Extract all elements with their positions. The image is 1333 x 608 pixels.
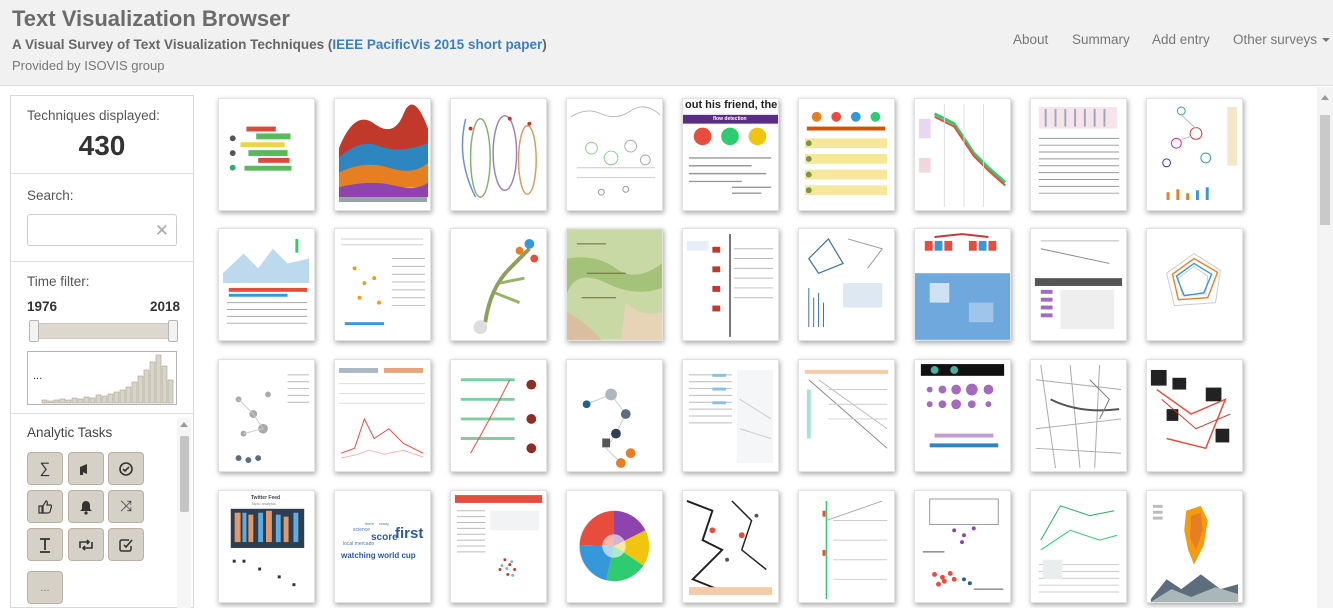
edit-check-icon[interactable]	[108, 528, 144, 561]
year-min-label: 1976	[27, 299, 58, 314]
thumb-bar-label: flow detection	[713, 116, 747, 122]
technique-thumbnail[interactable]	[450, 228, 547, 341]
technique-thumbnail[interactable]	[450, 490, 547, 603]
scroll-up-icon[interactable]	[180, 422, 188, 427]
shuffle-icon[interactable]: ⤨	[108, 490, 144, 523]
technique-thumbnail[interactable]	[566, 98, 663, 211]
word-cloud-term-local: local mercado	[343, 541, 375, 547]
time-slider-max-handle[interactable]	[168, 320, 178, 342]
technique-thumbnail[interactable]	[798, 490, 895, 603]
thumb-heading: out his friend, the	[685, 99, 778, 111]
technique-thumbnail[interactable]	[450, 359, 547, 472]
thumb-subtitle: Topic analysis	[251, 501, 276, 506]
technique-thumbnail[interactable]	[218, 359, 315, 472]
megaphone-icon[interactable]	[68, 452, 104, 485]
retweet-icon[interactable]	[68, 528, 104, 561]
technique-thumbnail[interactable]: first score watching world cup local mer…	[334, 490, 431, 603]
technique-thumbnail[interactable]	[334, 359, 431, 472]
close-icon[interactable]: ✕	[155, 221, 169, 241]
technique-thumbnail[interactable]	[682, 359, 779, 472]
word-cloud-term-first: first	[395, 525, 424, 542]
nav-other-surveys-label: Other surveys	[1233, 32, 1318, 47]
text-cursor-icon[interactable]	[27, 528, 63, 561]
nav-summary[interactable]: Summary	[1072, 32, 1130, 47]
scroll-up-icon[interactable]	[1321, 95, 1329, 100]
technique-thumbnail[interactable]	[1146, 359, 1243, 472]
more-tasks-button[interactable]: ...	[27, 571, 63, 604]
time-slider-min-handle[interactable]	[29, 320, 39, 342]
word-cloud-term-science: science	[353, 527, 370, 533]
page-scroll-thumb[interactable]	[1320, 115, 1330, 225]
technique-thumbnail[interactable]	[450, 98, 547, 211]
nav-other-surveys[interactable]: Other surveys	[1233, 32, 1331, 47]
year-histogram[interactable]: ...	[27, 351, 177, 405]
search-label: Search:	[27, 188, 74, 203]
thumbs-up-icon[interactable]	[27, 490, 63, 523]
analytic-tasks-label: Analytic Tasks	[27, 425, 113, 440]
technique-thumbnail[interactable]: out his friend, the flow detection	[682, 98, 779, 211]
techniques-section: Techniques displayed: 430	[11, 96, 193, 174]
header-bar: Text Visualization Browser A Visual Surv…	[0, 0, 1333, 86]
technique-thumbnail[interactable]	[1030, 228, 1127, 341]
technique-thumbnail[interactable]	[566, 359, 663, 472]
word-cloud-term-watching: watching world cup	[341, 551, 416, 560]
search-input[interactable]: ✕	[27, 214, 177, 246]
technique-thumbnail[interactable]	[1146, 98, 1243, 211]
page-scrollbar[interactable]	[1317, 87, 1333, 608]
technique-thumbnail[interactable]	[682, 490, 779, 603]
technique-grid: out his friend, the flow detection Twitt…	[218, 98, 1298, 608]
sidebar-scrollbar[interactable]	[177, 418, 191, 608]
technique-thumbnail[interactable]	[334, 228, 431, 341]
technique-thumbnail[interactable]	[218, 98, 315, 211]
time-slider-track[interactable]	[33, 323, 177, 339]
technique-thumbnail[interactable]	[798, 228, 895, 341]
word-cloud-term-there: there	[365, 521, 375, 526]
caret-down-icon	[1322, 38, 1331, 43]
technique-thumbnail[interactable]: Twitter Feed Topic analysis	[218, 490, 315, 603]
technique-thumbnail[interactable]	[334, 98, 431, 211]
technique-thumbnail[interactable]	[914, 98, 1011, 211]
technique-thumbnail[interactable]	[1030, 490, 1127, 603]
bell-icon[interactable]	[68, 490, 104, 523]
histogram-bars	[41, 354, 174, 404]
technique-thumbnail[interactable]	[1030, 98, 1127, 211]
technique-thumbnail[interactable]	[682, 228, 779, 341]
word-cloud-term-ready: ready	[379, 521, 390, 526]
technique-thumbnail[interactable]	[218, 228, 315, 341]
year-max-label: 2018	[150, 299, 181, 314]
technique-thumbnail[interactable]	[798, 98, 895, 211]
techniques-label: Techniques displayed:	[27, 108, 160, 123]
technique-thumbnail[interactable]	[798, 359, 895, 472]
word-cloud-term-score: score	[371, 532, 398, 543]
subtitle-text: A Visual Survey of Text Visualization Te…	[12, 37, 333, 52]
nav-about[interactable]: About	[1013, 32, 1048, 47]
check-circle-icon[interactable]	[108, 452, 144, 485]
techniques-count: 430	[78, 130, 126, 161]
app-subtitle: A Visual Survey of Text Visualization Te…	[12, 37, 547, 52]
technique-thumbnail[interactable]	[1146, 490, 1243, 603]
subtitle-close: )	[542, 37, 547, 52]
technique-thumbnail[interactable]	[914, 490, 1011, 603]
sidebar-scroll-thumb[interactable]	[180, 436, 189, 512]
time-filter-label: Time filter:	[27, 274, 90, 289]
technique-thumbnail[interactable]	[914, 359, 1011, 472]
filter-sidebar: Techniques displayed: 430 Search: ✕ Time…	[10, 95, 194, 608]
technique-thumbnail[interactable]	[914, 228, 1011, 341]
technique-thumbnail[interactable]	[1030, 359, 1127, 472]
paper-link[interactable]: IEEE PacificVis 2015 short paper	[332, 37, 542, 52]
app-title[interactable]: Text Visualization Browser	[12, 6, 290, 32]
sum-icon[interactable]: ∑	[27, 452, 63, 485]
technique-thumbnail[interactable]	[566, 228, 663, 341]
technique-thumbnail[interactable]	[1146, 228, 1243, 341]
technique-thumbnail[interactable]	[566, 490, 663, 603]
provider-credit: Provided by ISOVIS group	[12, 58, 165, 73]
nav-add-entry[interactable]: Add entry	[1152, 32, 1210, 47]
